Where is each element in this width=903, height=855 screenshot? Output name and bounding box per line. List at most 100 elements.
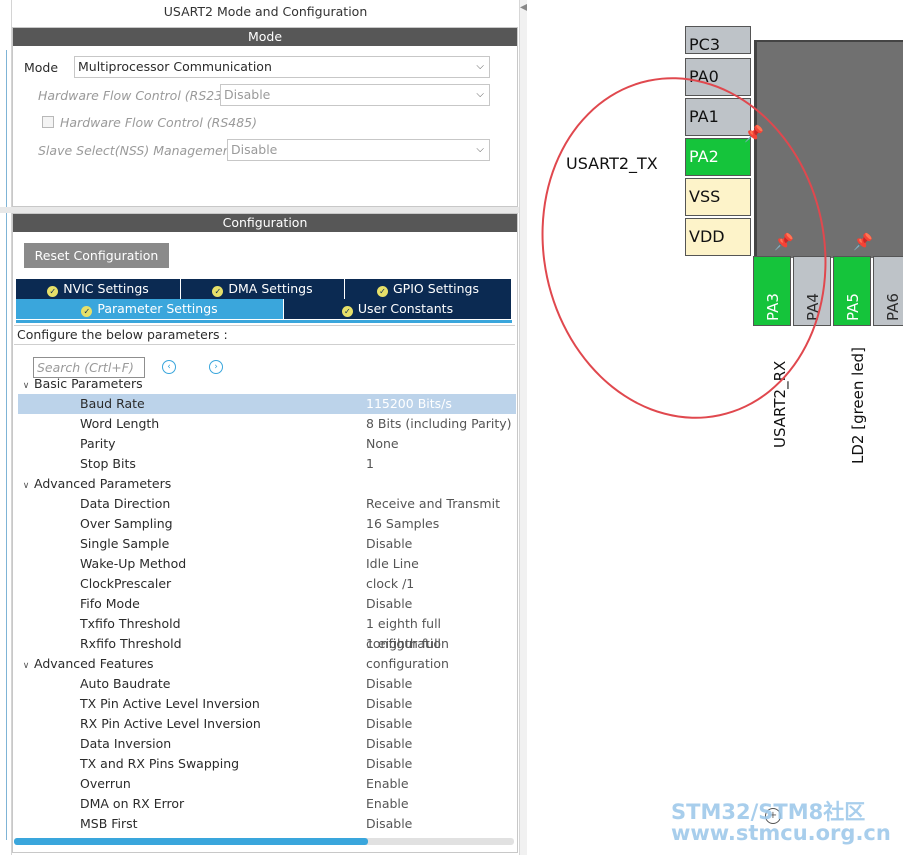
param-row[interactable]: Single Sample Disable [18, 534, 516, 554]
param-row[interactable]: Auto Baudrate Disable [18, 674, 516, 694]
nss-select[interactable]: Disable ⌵ [227, 139, 490, 161]
param-name: DMA on RX Error [80, 796, 185, 811]
param-name: Over Sampling [80, 516, 173, 531]
collapse-caret-icon: ∨ [22, 661, 30, 671]
mode-row: Mode [24, 56, 58, 78]
param-row[interactable]: Word Length 8 Bits (including Parity) [18, 414, 516, 434]
signal-ld2-green-led: LD2 [green led] [849, 347, 867, 464]
param-name: Auto Baudrate [80, 676, 171, 691]
param-value: Disable [366, 756, 413, 771]
previous-result-icon[interactable]: ‹ [162, 360, 176, 374]
pushpin-icon: 📌 [853, 232, 873, 251]
group-basic-parameters[interactable]: ∨ Basic Parameters [18, 378, 143, 394]
chevron-down-icon: ⌵ [476, 61, 484, 72]
param-value: Disable [366, 536, 413, 551]
param-name: Fifo Mode [80, 596, 140, 611]
param-value: Disable [366, 676, 413, 691]
param-value: Disable [366, 696, 413, 711]
parameter-tree: ∨ Basic Parameters Baud Rate 115200 Bits/s… [14, 378, 516, 836]
pinout-canvas[interactable]: PC3 PA0 PA1 PA2 VSS VDD PA3 PA4 PA5 PA6 … [527, 0, 903, 855]
horizontal-scrollbar[interactable] [14, 838, 514, 845]
hwfc232-label: Hardware Flow Control (RS232) [38, 87, 235, 103]
chevron-down-icon: ⌵ [476, 89, 484, 100]
pin-pc3[interactable]: PC3 [685, 26, 751, 54]
group-advanced-features[interactable]: ∨ Advanced Features [18, 654, 154, 674]
param-value: 1 eighth full configuration [366, 636, 449, 671]
tab-label: DMA Settings [228, 281, 313, 296]
param-value: Enable [366, 776, 409, 791]
nss-label: Slave Select(NSS) Management [38, 142, 236, 158]
param-name: RX Pin Active Level Inversion [80, 716, 261, 731]
mode-label: Mode [24, 59, 59, 75]
param-row[interactable]: Fifo Mode Disable [18, 594, 516, 614]
panel-splitter[interactable]: ◀ [519, 0, 528, 855]
pin-pa6[interactable]: PA6 [873, 256, 903, 326]
param-row[interactable]: Txfifo Threshold 1 eighth full configurat… [18, 614, 516, 651]
param-name: Rxfifo Threshold [80, 636, 182, 651]
tab-underline [16, 320, 512, 323]
param-value: Disable [366, 816, 413, 831]
nss-row: Slave Select(NSS) Management [38, 139, 236, 161]
mode-select[interactable]: Multiprocessor Communication ⌵ [74, 56, 490, 78]
param-row[interactable]: Baud Rate 115200 Bits/s [18, 394, 516, 414]
param-value: Receive and Transmit [366, 496, 500, 511]
param-row[interactable]: Stop Bits 1 [18, 454, 516, 474]
tab-gpio-settings[interactable]: ✓ GPIO Settings [345, 279, 512, 299]
tab-user-constants[interactable]: ✓ User Constants [284, 299, 512, 319]
param-row[interactable]: Overrun Enable [18, 774, 516, 794]
group-label: Advanced Parameters [34, 476, 172, 491]
check-icon: ✓ [377, 286, 388, 297]
instruction-text: Configure the below parameters : [14, 325, 515, 345]
hwfc232-value: Disable [224, 87, 271, 102]
tab-label: Parameter Settings [97, 301, 218, 316]
param-row[interactable]: Data Inversion Disable [18, 734, 516, 754]
reset-configuration-button[interactable]: Reset Configuration [24, 243, 169, 268]
param-value: Enable [366, 796, 409, 811]
param-value: Disable [366, 596, 413, 611]
tab-dma-settings[interactable]: ✓ DMA Settings [181, 279, 345, 299]
next-result-icon[interactable]: › [209, 360, 223, 374]
param-name: ClockPrescaler [80, 576, 172, 591]
param-value: 16 Samples [366, 516, 440, 531]
watermark-line-2: www.stmcu.org.cn [671, 821, 891, 845]
param-row[interactable]: Wake-Up Method Idle Line [18, 554, 516, 574]
param-name: Data Inversion [80, 736, 172, 751]
param-row[interactable]: TX and RX Pins Swapping Disable [18, 754, 516, 774]
check-icon: ✓ [341, 306, 353, 317]
pin-pa5[interactable]: PA5 [833, 256, 871, 326]
param-value: Disable [366, 716, 413, 731]
param-row[interactable]: ClockPrescaler clock /1 [18, 574, 516, 594]
tab-nvic-settings[interactable]: ✓ NVIC Settings [16, 279, 181, 299]
param-name: Stop Bits [80, 456, 136, 471]
tab-parameter-settings[interactable]: ✓ Parameter Settings [16, 299, 284, 319]
param-name: Data Direction [80, 496, 171, 511]
param-row[interactable]: Parity None [18, 434, 516, 454]
pin-label: PA5 [844, 293, 862, 321]
param-row[interactable]: Data Direction Receive and Transmit [18, 494, 516, 514]
param-value: 1 [366, 456, 374, 471]
param-row[interactable]: RX Pin Active Level Inversion Disable [18, 714, 516, 734]
hwfc232-select[interactable]: Disable ⌵ [220, 84, 490, 106]
param-row[interactable]: Rxfifo Threshold 1 eighth full configurat… [18, 634, 516, 671]
nss-value: Disable [231, 142, 278, 157]
param-name: Parity [80, 436, 116, 451]
hwfc485-checkbox[interactable] [42, 116, 54, 128]
param-row[interactable]: MSB First Disable [18, 814, 516, 834]
search-input[interactable]: Search (Crtl+F) [33, 357, 145, 378]
check-icon: ✓ [212, 286, 224, 297]
param-name: Overrun [80, 776, 131, 791]
param-value: clock /1 [366, 576, 415, 591]
param-name: Txfifo Threshold [80, 616, 181, 631]
mode-select-value: Multiprocessor Communication [78, 59, 272, 74]
collapse-caret-icon: ∨ [22, 481, 30, 491]
param-value: None [366, 436, 399, 451]
group-label: Basic Parameters [34, 378, 143, 391]
tab-label: User Constants [357, 301, 454, 316]
scrollbar-thumb[interactable] [14, 838, 368, 845]
group-advanced-parameters[interactable]: ∨ Advanced Parameters [18, 474, 172, 494]
param-row[interactable]: TX Pin Active Level Inversion Disable [18, 694, 516, 714]
param-name: Baud Rate [80, 396, 145, 411]
param-row[interactable]: Over Sampling 16 Samples [18, 514, 516, 534]
param-row[interactable]: DMA on RX Error Enable [18, 794, 516, 814]
param-value: Idle Line [366, 556, 419, 571]
